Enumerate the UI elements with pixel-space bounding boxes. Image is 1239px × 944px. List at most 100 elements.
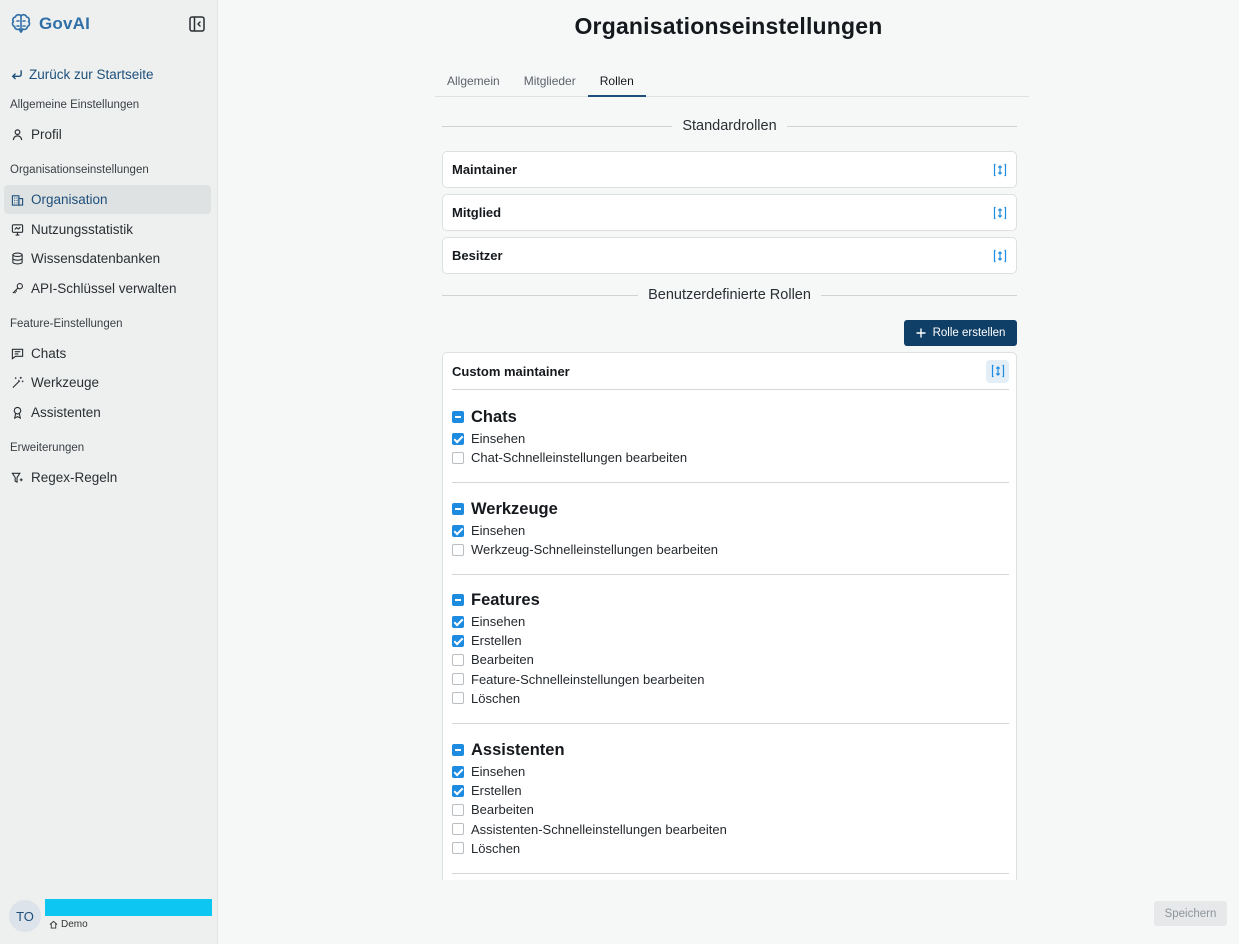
sidebar-item-organisation[interactable]: Organisation (4, 185, 211, 214)
sidebar-item-knowledge[interactable]: Wissensdatenbanken (4, 244, 211, 273)
org-name: Demo (61, 919, 88, 930)
permission-row[interactable]: Einsehen (452, 521, 1009, 540)
permission-checkbox[interactable] (452, 842, 464, 855)
permission-row[interactable]: Einsehen (452, 762, 1009, 781)
permission-group-tools: Werkzeuge Einsehen Werkzeug-Schnelleinst… (452, 497, 1009, 575)
permission-checkbox[interactable] (452, 653, 464, 666)
group-toggle-checkbox[interactable] (452, 503, 464, 515)
user-menu[interactable]: TO Demo (9, 899, 213, 935)
sidebar-item-assistants[interactable]: Assistenten (4, 398, 211, 427)
permission-row[interactable]: Löschen (452, 689, 1009, 708)
role-name: Mitglied (452, 205, 502, 220)
create-role-button[interactable]: Rolle erstellen (904, 320, 1017, 346)
magic-wand-icon (12, 376, 24, 389)
group-toggle-checkbox[interactable] (452, 594, 464, 606)
sidebar: GovAI Zurück zur Startseite Allgemeine E… (0, 0, 218, 944)
permission-checkbox[interactable] (452, 823, 464, 836)
permission-checkbox[interactable] (452, 451, 464, 464)
expand-vertical-icon[interactable] (993, 249, 1007, 263)
permission-row[interactable]: Einsehen (452, 612, 1009, 631)
permission-row[interactable]: Löschen (452, 839, 1009, 858)
return-arrow-icon (12, 70, 22, 80)
permission-row[interactable]: Chat-Schnelleinstellungen bearbeiten (452, 448, 1009, 467)
sidebar-item-regex[interactable]: Regex-Regeln (4, 463, 211, 492)
custom-role-header[interactable]: Custom maintainer (452, 353, 1009, 390)
key-icon (12, 283, 23, 294)
divider-line (442, 294, 639, 296)
permission-checkbox[interactable] (452, 784, 464, 797)
permission-label: Einsehen (471, 431, 526, 447)
role-card-owner[interactable]: Besitzer (442, 237, 1017, 274)
sidebar-item-label: Assistenten (31, 405, 101, 420)
user-icon (12, 129, 23, 141)
group-toggle-checkbox[interactable] (452, 744, 464, 756)
sidebar-item-label: Regex-Regeln (31, 470, 118, 485)
section-extensions: Erweiterungen (10, 442, 85, 454)
role-card-member[interactable]: Mitglied (442, 194, 1017, 231)
permission-row[interactable]: Bearbeiten (452, 650, 1009, 669)
permission-checkbox[interactable] (452, 615, 464, 628)
sidebar-item-profile[interactable]: Profil (4, 120, 211, 149)
permission-row[interactable]: Erstellen (452, 631, 1009, 650)
permission-label: Erstellen (471, 783, 522, 799)
permission-row[interactable]: Werkzeug-Schnelleinstellungen bearbeiten (452, 540, 1009, 559)
permission-group-chats: Chats Einsehen Chat-Schnelleinstellungen… (452, 405, 1009, 483)
create-role-label: Rolle erstellen (932, 327, 1006, 339)
permission-checkbox[interactable] (452, 803, 464, 816)
sidebar-item-label: Chats (31, 346, 67, 361)
permission-label: Löschen (471, 840, 521, 856)
sidebar-item-chats[interactable]: Chats (4, 339, 211, 368)
permission-label: Löschen (471, 690, 521, 706)
sidebar-collapse-icon[interactable] (188, 15, 206, 33)
tab-roles[interactable]: Rollen (587, 68, 646, 97)
permission-checkbox[interactable] (452, 634, 464, 647)
page-title: Organisationseinstellungen (574, 13, 883, 39)
section-features: Feature-Einstellungen (10, 318, 123, 330)
tab-members[interactable]: Mitglieder (512, 68, 588, 97)
permission-group-features: Features Einsehen Erstellen Bearbeiten F… (452, 588, 1009, 724)
sidebar-item-api-keys[interactable]: API-Schlüssel verwalten (4, 274, 211, 303)
heading-text: Benutzerdefinierte Rollen (648, 287, 811, 303)
permission-label: Feature-Schnelleinstellungen bearbeiten (471, 671, 705, 687)
permission-checkbox[interactable] (452, 543, 464, 556)
sidebar-item-usage[interactable]: Nutzungsstatistik (4, 215, 211, 244)
building-icon (11, 195, 24, 206)
permission-checkbox[interactable] (452, 524, 464, 537)
standard-roles-heading: Standardrollen (442, 118, 1018, 134)
tab-general[interactable]: Allgemein (435, 68, 512, 97)
role-name: Custom maintainer (452, 363, 570, 379)
collapse-toggle[interactable] (986, 359, 1009, 383)
app-logo[interactable]: GovAI (9, 12, 90, 36)
permission-label: Bearbeiten (471, 802, 534, 818)
permission-row[interactable]: Bearbeiten (452, 800, 1009, 819)
group-title: Werkzeuge (471, 499, 558, 518)
permission-row[interactable]: Assistenten-Schnelleinstellungen bearbei… (452, 820, 1009, 839)
permission-checkbox[interactable] (452, 765, 464, 778)
sidebar-item-tools[interactable]: Werkzeuge (4, 368, 211, 397)
back-to-home-link[interactable]: Zurück zur Startseite (10, 67, 154, 82)
save-button[interactable]: Speichern (1154, 901, 1227, 926)
filter-sparkle-icon (11, 472, 23, 484)
permission-checkbox[interactable] (452, 432, 464, 445)
app-name: GovAI (39, 14, 91, 33)
plus-icon (916, 328, 926, 338)
permission-label: Einsehen (471, 523, 526, 539)
expand-vertical-icon[interactable] (993, 206, 1007, 220)
sidebar-item-label: API-Schlüssel verwalten (31, 281, 177, 296)
back-label: Zurück zur Startseite (29, 67, 154, 82)
award-icon (13, 406, 22, 419)
sidebar-item-label: Profil (31, 127, 62, 142)
permission-row[interactable]: Einsehen (452, 429, 1009, 448)
permission-row[interactable]: Erstellen (452, 781, 1009, 800)
chat-icon (11, 348, 24, 360)
redacted-user-name (45, 899, 212, 916)
group-title: Features (471, 590, 540, 609)
permission-checkbox[interactable] (452, 692, 464, 705)
permission-label: Werkzeug-Schnelleinstellungen bearbeiten (471, 542, 718, 558)
role-card-maintainer[interactable]: Maintainer (442, 151, 1017, 188)
group-toggle-checkbox[interactable] (452, 411, 464, 423)
expand-vertical-icon[interactable] (993, 163, 1007, 177)
permission-checkbox[interactable] (452, 673, 464, 686)
section-organisation: Organisationseinstellungen (10, 164, 149, 176)
permission-row[interactable]: Feature-Schnelleinstellungen bearbeiten (452, 670, 1009, 689)
